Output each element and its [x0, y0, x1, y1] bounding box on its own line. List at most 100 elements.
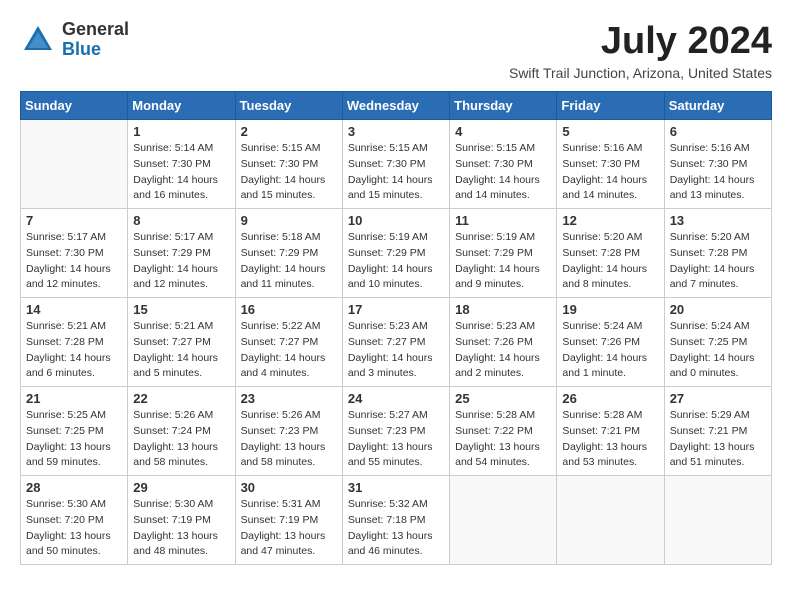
- day-info: Sunrise: 5:18 AM Sunset: 7:29 PM Dayligh…: [241, 230, 337, 293]
- calendar-cell: 27 Sunrise: 5:29 AM Sunset: 7:21 PM Dayli…: [664, 387, 771, 476]
- weekday-header-tuesday: Tuesday: [235, 92, 342, 120]
- calendar-week-row: 21Sunrise: 5:25 AM Sunset: 7:25 PM Dayli…: [21, 387, 772, 476]
- day-info: Sunrise: 5:19 AM Sunset: 7:29 PM Dayligh…: [455, 230, 551, 293]
- calendar-cell: 18 Sunrise: 5:23 AM Sunset: 7:26 PM Dayli…: [450, 298, 557, 387]
- day-info: Sunrise: 5:30 AM Sunset: 7:20 PM Dayligh…: [26, 497, 122, 560]
- day-info: Sunrise: 5:16 AM Sunset: 7:30 PM Dayligh…: [562, 141, 658, 204]
- day-number: 2: [241, 124, 337, 139]
- day-number: 20: [670, 302, 766, 317]
- day-number: 1: [133, 124, 229, 139]
- day-info: Sunrise: 5:23 AM Sunset: 7:27 PM Dayligh…: [348, 319, 444, 382]
- weekday-header-thursday: Thursday: [450, 92, 557, 120]
- day-number: 15: [133, 302, 229, 317]
- day-info: Sunrise: 5:29 AM Sunset: 7:21 PM Dayligh…: [670, 408, 766, 471]
- day-number: 29: [133, 480, 229, 495]
- day-info: Sunrise: 5:16 AM Sunset: 7:30 PM Dayligh…: [670, 141, 766, 204]
- calendar-cell: 9Sunrise: 5:18 AM Sunset: 7:29 PM Daylig…: [235, 209, 342, 298]
- day-number: 19: [562, 302, 658, 317]
- calendar-cell: 5 Sunrise: 5:16 AM Sunset: 7:30 PM Daylig…: [557, 120, 664, 209]
- logo: General Blue: [20, 20, 129, 60]
- day-number: 17: [348, 302, 444, 317]
- weekday-header-wednesday: Wednesday: [342, 92, 449, 120]
- day-number: 27: [670, 391, 766, 406]
- day-number: 21: [26, 391, 122, 406]
- day-number: 13: [670, 213, 766, 228]
- day-number: 28: [26, 480, 122, 495]
- calendar-week-row: 1 Sunrise: 5:14 AM Sunset: 7:30 PM Daylig…: [21, 120, 772, 209]
- day-number: 4: [455, 124, 551, 139]
- calendar-cell: [21, 120, 128, 209]
- day-number: 6: [670, 124, 766, 139]
- logo-icon: [20, 22, 56, 58]
- calendar-cell: 16Sunrise: 5:22 AM Sunset: 7:27 PM Dayli…: [235, 298, 342, 387]
- day-number: 31: [348, 480, 444, 495]
- calendar-cell: 31 Sunrise: 5:32 AM Sunset: 7:18 PM Dayli…: [342, 476, 449, 565]
- day-number: 14: [26, 302, 122, 317]
- calendar-cell: 24Sunrise: 5:27 AM Sunset: 7:23 PM Dayli…: [342, 387, 449, 476]
- weekday-header-sunday: Sunday: [21, 92, 128, 120]
- calendar-cell: 15 Sunrise: 5:21 AM Sunset: 7:27 PM Dayli…: [128, 298, 235, 387]
- day-info: Sunrise: 5:20 AM Sunset: 7:28 PM Dayligh…: [562, 230, 658, 293]
- calendar-cell: 4Sunrise: 5:15 AM Sunset: 7:30 PM Daylig…: [450, 120, 557, 209]
- logo-text: General Blue: [62, 20, 129, 60]
- calendar-cell: 22 Sunrise: 5:26 AM Sunset: 7:24 PM Dayli…: [128, 387, 235, 476]
- calendar-cell: 8 Sunrise: 5:17 AM Sunset: 7:29 PM Daylig…: [128, 209, 235, 298]
- day-info: Sunrise: 5:15 AM Sunset: 7:30 PM Dayligh…: [241, 141, 337, 204]
- calendar-cell: 30Sunrise: 5:31 AM Sunset: 7:19 PM Dayli…: [235, 476, 342, 565]
- weekday-header-friday: Friday: [557, 92, 664, 120]
- calendar-cell: 17 Sunrise: 5:23 AM Sunset: 7:27 PM Dayli…: [342, 298, 449, 387]
- day-info: Sunrise: 5:24 AM Sunset: 7:26 PM Dayligh…: [562, 319, 658, 382]
- calendar-cell: 21Sunrise: 5:25 AM Sunset: 7:25 PM Dayli…: [21, 387, 128, 476]
- day-number: 24: [348, 391, 444, 406]
- calendar-cell: [664, 476, 771, 565]
- day-info: Sunrise: 5:15 AM Sunset: 7:30 PM Dayligh…: [348, 141, 444, 204]
- calendar-cell: 28 Sunrise: 5:30 AM Sunset: 7:20 PM Dayli…: [21, 476, 128, 565]
- logo-blue: Blue: [62, 39, 101, 59]
- day-number: 3: [348, 124, 444, 139]
- day-info: Sunrise: 5:22 AM Sunset: 7:27 PM Dayligh…: [241, 319, 337, 382]
- calendar-cell: 3 Sunrise: 5:15 AM Sunset: 7:30 PM Daylig…: [342, 120, 449, 209]
- calendar-week-row: 14 Sunrise: 5:21 AM Sunset: 7:28 PM Dayli…: [21, 298, 772, 387]
- calendar-cell: 25Sunrise: 5:28 AM Sunset: 7:22 PM Dayli…: [450, 387, 557, 476]
- calendar-cell: 7 Sunrise: 5:17 AM Sunset: 7:30 PM Daylig…: [21, 209, 128, 298]
- calendar-cell: 10 Sunrise: 5:19 AM Sunset: 7:29 PM Dayli…: [342, 209, 449, 298]
- day-info: Sunrise: 5:23 AM Sunset: 7:26 PM Dayligh…: [455, 319, 551, 382]
- weekday-header-row: SundayMondayTuesdayWednesdayThursdayFrid…: [21, 92, 772, 120]
- title-area: July 2024 Swift Trail Junction, Arizona,…: [509, 20, 772, 81]
- calendar-cell: 6 Sunrise: 5:16 AM Sunset: 7:30 PM Daylig…: [664, 120, 771, 209]
- calendar-week-row: 7 Sunrise: 5:17 AM Sunset: 7:30 PM Daylig…: [21, 209, 772, 298]
- calendar-cell: 1 Sunrise: 5:14 AM Sunset: 7:30 PM Daylig…: [128, 120, 235, 209]
- location: Swift Trail Junction, Arizona, United St…: [509, 65, 772, 81]
- day-info: Sunrise: 5:17 AM Sunset: 7:29 PM Dayligh…: [133, 230, 229, 293]
- day-number: 25: [455, 391, 551, 406]
- page-header: General Blue July 2024 Swift Trail Junct…: [20, 20, 772, 81]
- calendar-cell: [450, 476, 557, 565]
- month-title: July 2024: [509, 20, 772, 63]
- calendar-cell: 29Sunrise: 5:30 AM Sunset: 7:19 PM Dayli…: [128, 476, 235, 565]
- calendar-cell: 23Sunrise: 5:26 AM Sunset: 7:23 PM Dayli…: [235, 387, 342, 476]
- day-number: 10: [348, 213, 444, 228]
- day-info: Sunrise: 5:24 AM Sunset: 7:25 PM Dayligh…: [670, 319, 766, 382]
- day-info: Sunrise: 5:19 AM Sunset: 7:29 PM Dayligh…: [348, 230, 444, 293]
- day-info: Sunrise: 5:21 AM Sunset: 7:28 PM Dayligh…: [26, 319, 122, 382]
- day-number: 7: [26, 213, 122, 228]
- day-info: Sunrise: 5:20 AM Sunset: 7:28 PM Dayligh…: [670, 230, 766, 293]
- calendar-cell: 12Sunrise: 5:20 AM Sunset: 7:28 PM Dayli…: [557, 209, 664, 298]
- calendar-cell: 11Sunrise: 5:19 AM Sunset: 7:29 PM Dayli…: [450, 209, 557, 298]
- day-number: 18: [455, 302, 551, 317]
- calendar-week-row: 28 Sunrise: 5:30 AM Sunset: 7:20 PM Dayli…: [21, 476, 772, 565]
- day-info: Sunrise: 5:31 AM Sunset: 7:19 PM Dayligh…: [241, 497, 337, 560]
- day-number: 26: [562, 391, 658, 406]
- day-number: 8: [133, 213, 229, 228]
- day-info: Sunrise: 5:21 AM Sunset: 7:27 PM Dayligh…: [133, 319, 229, 382]
- day-number: 5: [562, 124, 658, 139]
- day-info: Sunrise: 5:26 AM Sunset: 7:23 PM Dayligh…: [241, 408, 337, 471]
- day-info: Sunrise: 5:26 AM Sunset: 7:24 PM Dayligh…: [133, 408, 229, 471]
- day-info: Sunrise: 5:14 AM Sunset: 7:30 PM Dayligh…: [133, 141, 229, 204]
- day-number: 22: [133, 391, 229, 406]
- weekday-header-monday: Monday: [128, 92, 235, 120]
- calendar: SundayMondayTuesdayWednesdayThursdayFrid…: [20, 91, 772, 565]
- calendar-cell: 14 Sunrise: 5:21 AM Sunset: 7:28 PM Dayli…: [21, 298, 128, 387]
- day-info: Sunrise: 5:32 AM Sunset: 7:18 PM Dayligh…: [348, 497, 444, 560]
- day-info: Sunrise: 5:17 AM Sunset: 7:30 PM Dayligh…: [26, 230, 122, 293]
